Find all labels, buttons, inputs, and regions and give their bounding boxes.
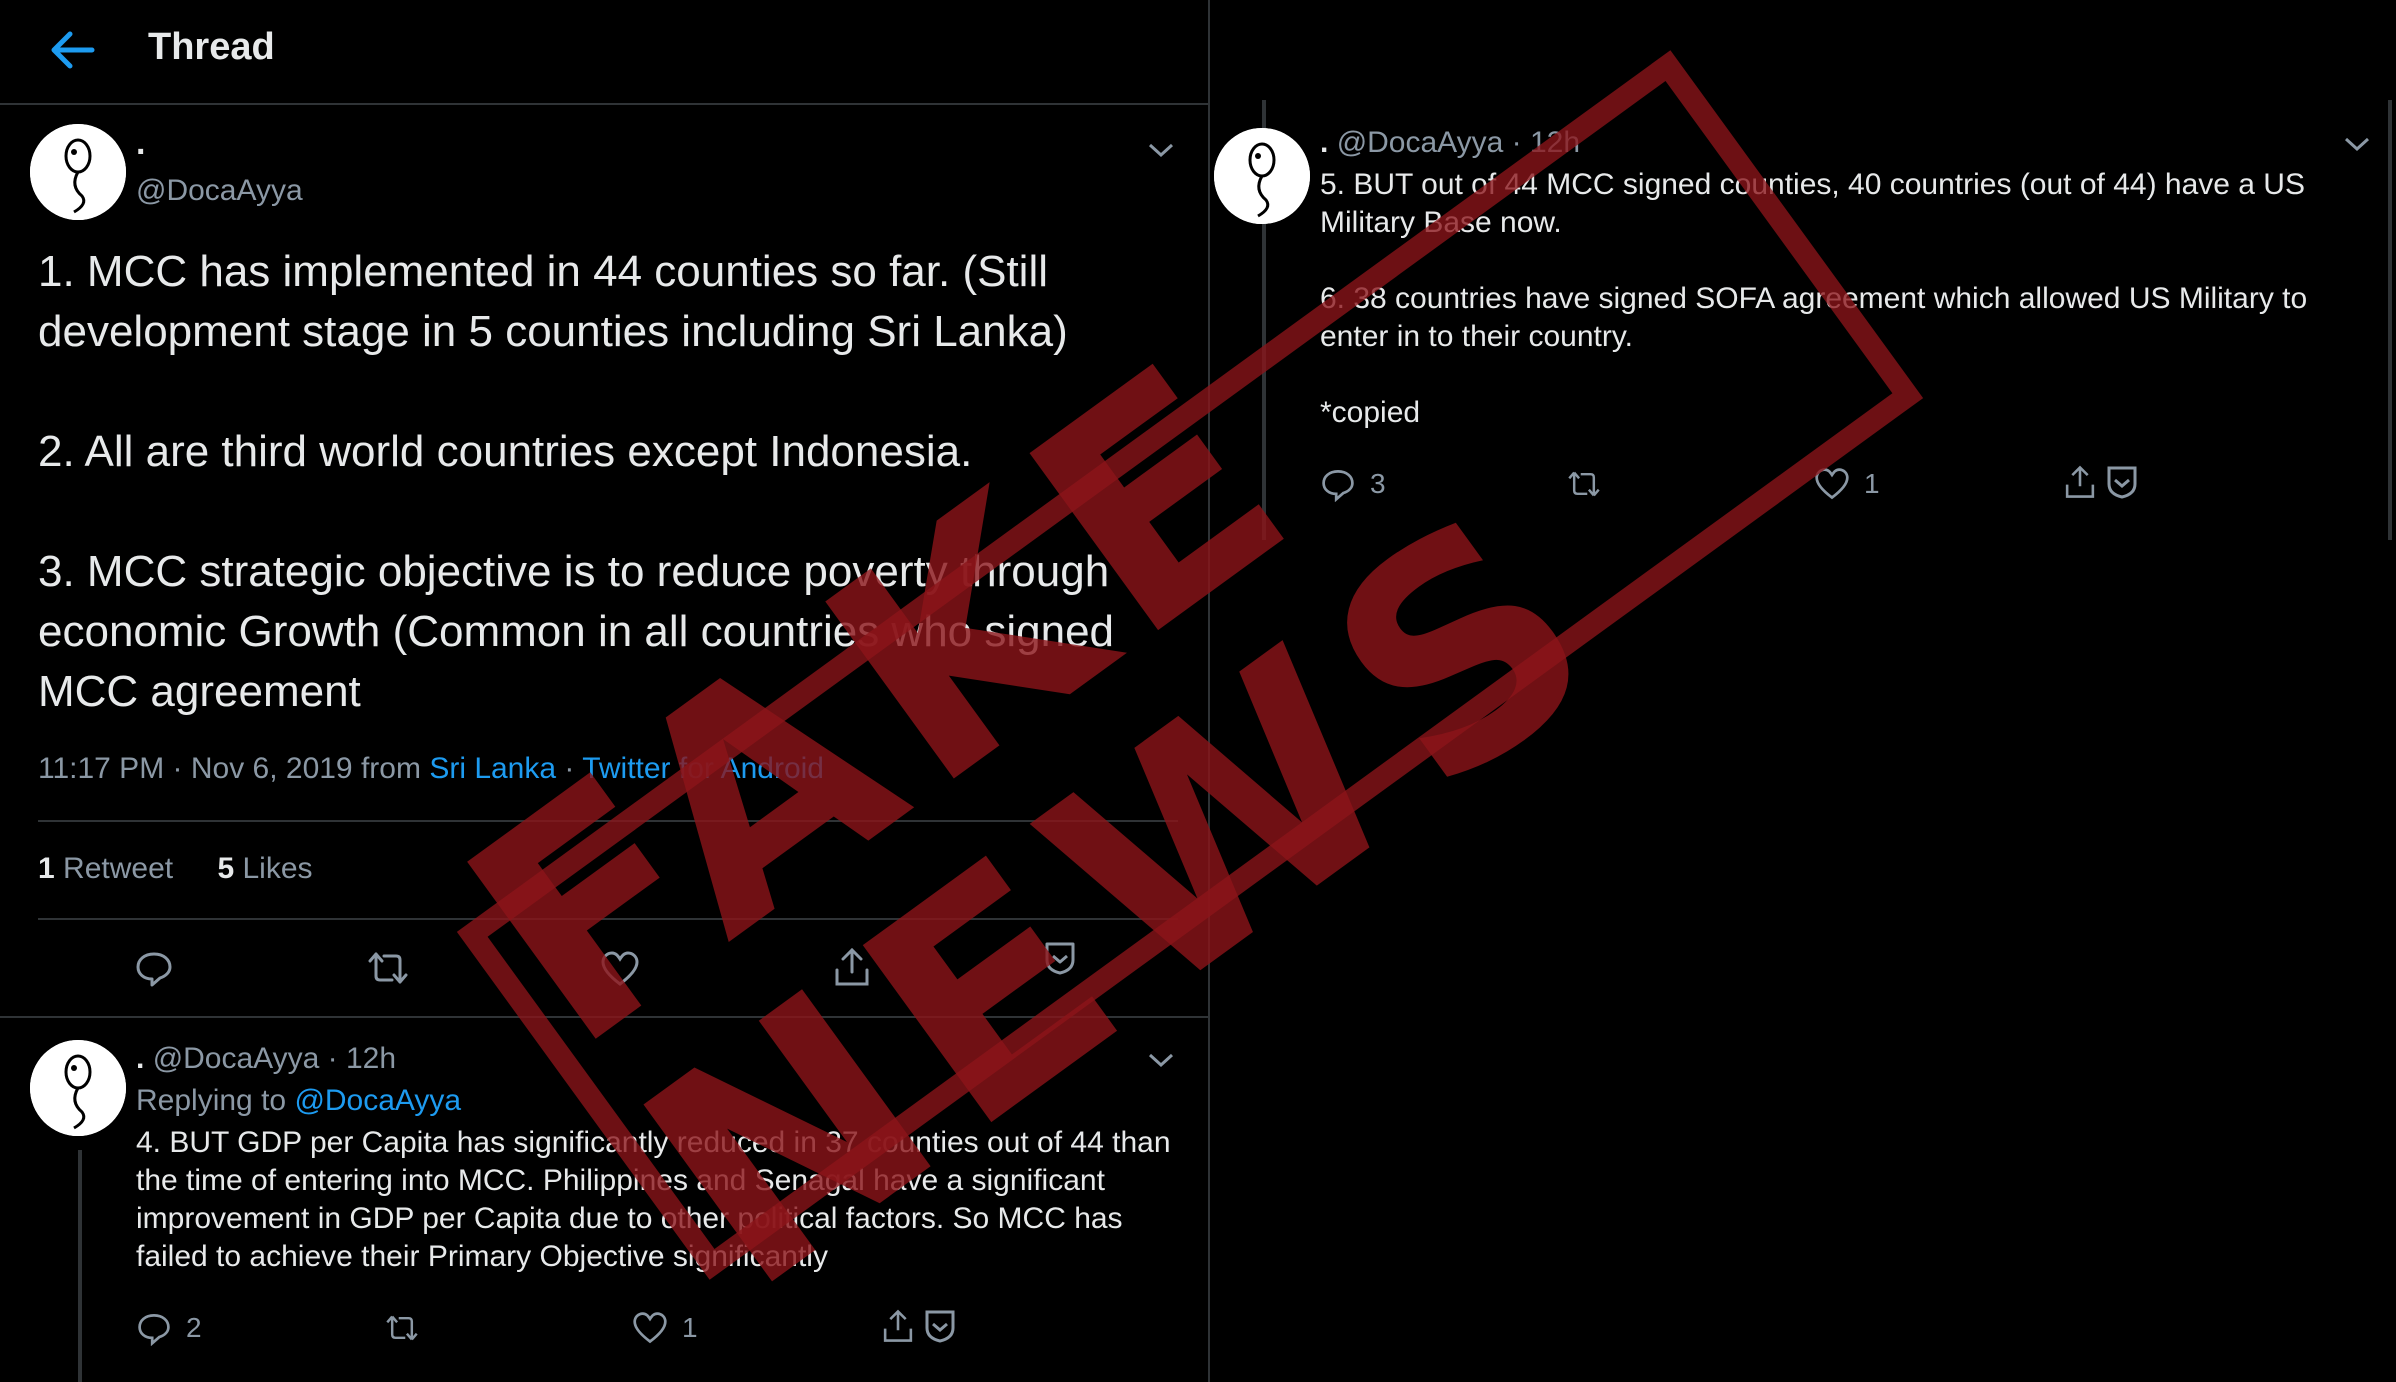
reply-count: 3 [1370,468,1386,499]
tweet-text: 4. BUT GDP per Capita has significantly … [136,1126,1171,1273]
like-action[interactable]: 1 [1814,466,1880,502]
meta-separator: · [564,752,575,785]
tweet-stats: 1 Retweet 5 Likes [38,852,313,886]
share-icon [883,1309,913,1342]
chevron-down-icon[interactable] [1146,1050,1176,1070]
chevron-down-icon[interactable] [1146,140,1176,160]
chevron-down-icon[interactable] [2342,134,2372,154]
user-handle[interactable]: @DocaAyya [136,174,303,208]
avatar-drawing-icon [30,124,126,220]
thread-header: Thread [0,0,1208,105]
share-icon [2065,465,2095,498]
back-arrow-icon[interactable] [48,28,96,72]
avatar[interactable] [30,124,126,220]
likes-label: Likes [242,852,313,885]
retweet-icon[interactable] [366,948,410,988]
replying-to: Replying to @DocaAyya [136,1084,461,1118]
retweets-count: 1 [38,852,55,885]
tweet-time[interactable]: · 12h [1512,126,1580,159]
reply-icon [1322,470,1354,502]
divider [38,820,1178,822]
display-name[interactable]: . [1320,126,1328,159]
display-name[interactable]: . [136,124,145,163]
like-icon [633,1312,667,1344]
like-icon[interactable] [600,950,640,988]
share-icon[interactable] [832,946,872,988]
reply-count: 2 [186,1312,202,1343]
right-column: . @DocaAyya · 12h 5. BUT out of 44 MCC s… [1210,0,2396,1382]
display-name[interactable]: . [136,1042,144,1075]
likes-count: 5 [217,852,235,885]
reply-header: . @DocaAyya · 12h [136,1042,396,1076]
scrollbar[interactable] [2388,100,2392,540]
retweet-action[interactable] [1566,466,1602,502]
user-handle[interactable]: @DocaAyya [1337,126,1504,159]
replying-label: Replying to [136,1084,287,1117]
retweet-icon [1568,471,1600,497]
likes-stat[interactable]: 5 Likes [217,852,312,885]
avatar-drawing-icon [30,1040,126,1136]
thread-column: Thread . @DocaAyya 1. MCC has implemente… [0,0,1210,1382]
bookmark-icon[interactable] [1042,940,1078,976]
bookmark-icon[interactable] [922,1308,958,1344]
tweet-timestamp[interactable]: 11:17 PM · Nov 6, 2019 from [38,752,421,785]
tweet-meta: 11:17 PM · Nov 6, 2019 from Sri Lanka · … [38,752,824,786]
avatar[interactable] [30,1040,126,1136]
tweet-location-link[interactable]: Sri Lanka [429,752,556,785]
avatar-drawing-icon [1214,128,1310,224]
share-action[interactable] [2062,464,2140,500]
avatar[interactable] [1214,128,1310,224]
like-icon [1815,468,1849,500]
page-title: Thread [148,26,275,68]
tweet-source-link[interactable]: Twitter for Android [582,752,824,785]
user-handle[interactable]: @DocaAyya [153,1042,320,1075]
replying-handle-link[interactable]: @DocaAyya [294,1084,461,1117]
divider [0,1016,1208,1018]
reply-action[interactable]: 3 [1320,466,1386,502]
reply-action[interactable]: 2 [136,1310,202,1346]
like-action[interactable]: 1 [632,1310,698,1346]
tweet-text: 1. MCC has implemented in 44 counties so… [38,247,1115,716]
retweets-stat[interactable]: 1 Retweet [38,852,173,885]
reply-icon[interactable] [134,948,174,988]
retweet-icon [386,1315,418,1341]
tweet-time[interactable]: · 12h [328,1042,396,1075]
retweet-action[interactable] [384,1310,420,1346]
like-count: 1 [1864,468,1880,499]
share-action[interactable] [880,1308,958,1344]
like-count: 1 [682,1312,698,1343]
divider [38,918,1178,920]
tweet-header: . @DocaAyya · 12h [1320,126,1580,160]
reply-icon [138,1314,170,1346]
retweets-label: Retweet [63,852,174,885]
thread-line [78,1150,82,1382]
bookmark-icon[interactable] [2104,464,2140,500]
tweet-text: 5. BUT out of 44 MCC signed counties, 40… [1320,168,2308,429]
